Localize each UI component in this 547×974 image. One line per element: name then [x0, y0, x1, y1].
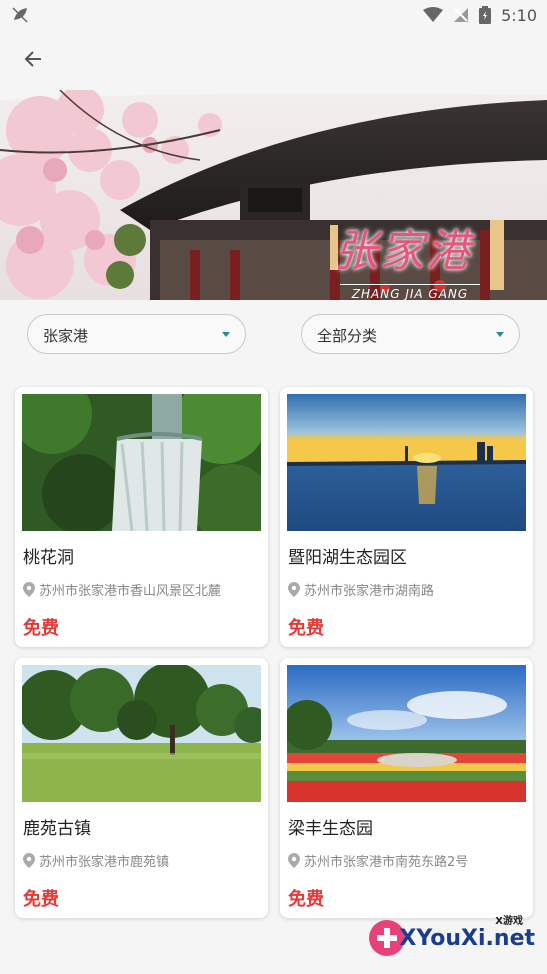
attraction-card[interactable]: 桃花洞 苏州市张家港市香山风景区北麓 免费 — [15, 387, 268, 647]
wifi-icon — [423, 7, 444, 23]
arrow-left-icon — [24, 51, 41, 67]
attraction-address: 苏州市张家港市鹿苑镇 — [23, 851, 169, 870]
location-pin-icon — [23, 582, 35, 597]
attraction-card[interactable]: 鹿苑古镇 苏州市张家港市鹿苑镇 免费 — [15, 658, 268, 918]
attraction-photo — [287, 665, 526, 802]
attraction-name: 暨阳湖生态园区 — [288, 548, 407, 568]
attraction-name: 梁丰生态园 — [288, 819, 373, 839]
attraction-photo — [22, 394, 261, 531]
attraction-address-text: 苏州市张家港市南苑东路2号 — [304, 855, 469, 870]
attraction-name: 桃花洞 — [23, 548, 74, 568]
battery-icon — [479, 6, 492, 24]
caret-down-icon — [222, 332, 230, 337]
banner-subtitle: ZHANG JIA GANG — [340, 284, 480, 300]
watermark-top: X游戏 — [495, 916, 523, 927]
watermark-main: XYouXi.net — [399, 926, 535, 951]
attraction-price: 免费 — [288, 889, 324, 910]
back-button[interactable] — [16, 42, 50, 76]
location-pin-icon — [288, 582, 300, 597]
attraction-photo — [287, 394, 526, 531]
attraction-price: 免费 — [23, 889, 59, 910]
attraction-address-text: 苏州市张家港市香山风景区北麓 — [39, 584, 222, 599]
attraction-address: 苏州市张家港市湖南路 — [288, 580, 434, 599]
attraction-address-text: 苏州市张家港市湖南路 — [304, 584, 435, 599]
city-select[interactable]: 张家港 — [27, 314, 246, 354]
attraction-address: 苏州市张家港市南苑东路2号 — [288, 851, 468, 870]
attraction-address-text: 苏州市张家港市鹿苑镇 — [39, 855, 170, 870]
location-pin-icon — [288, 853, 300, 868]
category-select[interactable]: 全部分类 — [301, 314, 520, 354]
status-time: 5:10 — [501, 5, 537, 25]
notification-icon — [10, 5, 30, 25]
attraction-price: 免费 — [23, 618, 59, 639]
filter-bar: 张家港 全部分类 — [0, 314, 547, 354]
attraction-address: 苏州市张家港市香山风景区北麓 — [23, 580, 221, 599]
attraction-photo — [22, 665, 261, 802]
toolbar — [0, 30, 547, 88]
attraction-name: 鹿苑古镇 — [23, 819, 91, 839]
city-select-value: 张家港 — [43, 327, 89, 345]
watermark: X游戏 XYouXi.net — [367, 912, 537, 962]
attraction-card[interactable]: 暨阳湖生态园区 苏州市张家港市湖南路 免费 — [280, 387, 533, 647]
location-pin-icon — [23, 853, 35, 868]
city-banner: 张家港 ZHANG JIA GANG — [0, 90, 547, 300]
attraction-price: 免费 — [288, 618, 324, 639]
attraction-card[interactable]: 梁丰生态园 苏州市张家港市南苑东路2号 免费 — [280, 658, 533, 918]
status-bar: 5:10 — [0, 0, 547, 30]
caret-down-icon — [496, 332, 504, 337]
banner-title: 张家港 — [334, 226, 472, 277]
category-select-value: 全部分类 — [317, 327, 378, 345]
no-signal-icon — [453, 7, 469, 23]
